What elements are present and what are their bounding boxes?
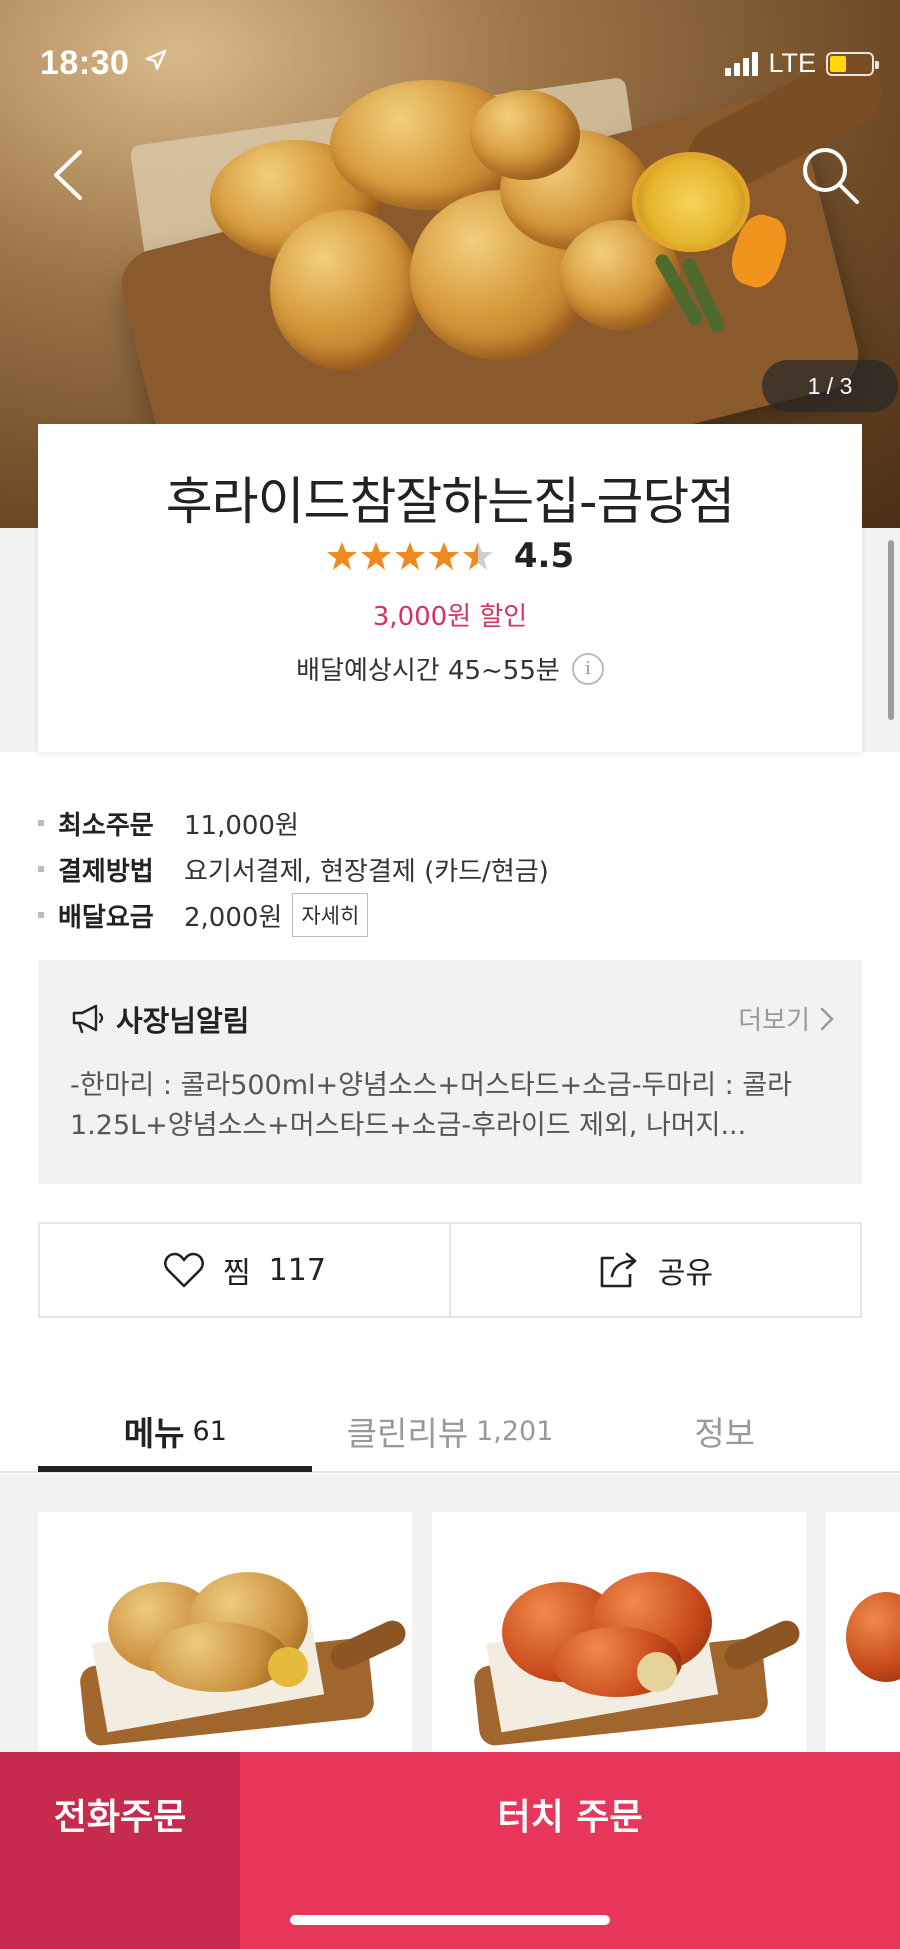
tab-count: 1,201 xyxy=(476,1415,554,1447)
tab-info[interactable]: 정보 xyxy=(587,1380,862,1482)
rating-value: 4.5 xyxy=(513,536,575,576)
back-icon[interactable] xyxy=(40,140,100,210)
store-name: 후라이드참잘하는집-금당점 xyxy=(165,473,735,532)
info-row-min-order: 최소주문 11,000원 xyxy=(38,800,549,846)
info-key: 결제방법 xyxy=(58,856,154,887)
notice-title-label: 사장님알림 xyxy=(116,1004,250,1038)
delivery-time-label: 배달예상시간 45~55분 xyxy=(296,656,560,686)
share-button[interactable]: 공유 xyxy=(449,1224,860,1316)
bullet xyxy=(38,820,44,826)
megaphone-icon xyxy=(72,1004,104,1034)
favorite-button[interactable]: 찜 117 xyxy=(40,1224,449,1316)
home-indicator xyxy=(290,1915,610,1925)
info-icon[interactable]: i xyxy=(571,652,604,685)
image-pager: 1 / 3 xyxy=(762,360,898,412)
delivery-time: 배달예상시간 45~55분 i xyxy=(38,650,862,687)
discount-label: 3,000원 할인 xyxy=(372,602,528,632)
info-value: 11,000원 xyxy=(184,810,299,841)
star-icon xyxy=(360,542,391,570)
rating-row: 4.5 xyxy=(38,536,862,576)
scroll-indicator xyxy=(888,540,894,720)
search-icon[interactable] xyxy=(795,140,865,210)
signal-icon xyxy=(725,51,759,76)
bullet xyxy=(38,912,44,918)
fried-chicken-image xyxy=(148,1622,288,1692)
chicken-piece xyxy=(270,210,420,370)
info-value: 2,000원 xyxy=(184,902,283,933)
notice-more-label: 더보기 xyxy=(738,1006,810,1036)
store-info-section: 최소주문 11,000원 결제방법 요기서결제, 현장결제 (카드/현금) 배달… xyxy=(0,752,900,1874)
store-card: 후라이드참잘하는집-금당점 4.5 3,000원 할인 배달예상시간 45~55… xyxy=(38,424,862,752)
star-icon xyxy=(394,542,425,570)
notice-title: 사장님알림 xyxy=(70,998,249,1040)
star-icon xyxy=(428,542,459,570)
info-key: 배달요금 xyxy=(58,902,154,933)
heart-icon xyxy=(164,1252,204,1288)
phone-order-button[interactable]: 전화주문 xyxy=(0,1752,240,1949)
tab-reviews[interactable]: 클린리뷰 1,201 xyxy=(313,1380,588,1482)
lemon-slice xyxy=(632,152,750,252)
star-icon xyxy=(462,542,493,570)
favorite-label: 찜 xyxy=(223,1256,251,1291)
delivery-fee-detail-button[interactable]: 자세히 xyxy=(292,893,369,937)
status-right: LTE xyxy=(725,48,879,79)
info-key: 최소주문 xyxy=(58,810,154,841)
info-row-delivery-fee: 배달요금 2,000원 자세히 xyxy=(38,892,549,938)
location-arrow-icon xyxy=(145,49,167,71)
share-label: 공유 xyxy=(657,1256,714,1291)
action-row: 찜 117 공유 xyxy=(38,1222,862,1318)
share-icon xyxy=(600,1252,637,1288)
status-time: 18:30 xyxy=(40,44,130,82)
menu-image xyxy=(846,1592,900,1682)
bullet xyxy=(38,866,44,872)
tab-label: 메뉴 xyxy=(123,1414,185,1453)
tab-label: 정보 xyxy=(694,1414,756,1453)
tab-active-underline xyxy=(38,1466,312,1472)
favorite-count: 117 xyxy=(268,1252,326,1288)
notice-body: -한마리 : 콜라500ml+양념소스+머스타드+소금-두마리 : 콜라1.25… xyxy=(70,1070,793,1141)
chevron-right-icon xyxy=(820,1007,834,1030)
garlic-garnish xyxy=(637,1652,677,1692)
info-row-payment: 결제방법 요기서결제, 현장결제 (카드/현금) xyxy=(38,846,549,892)
lemon-garnish xyxy=(268,1647,308,1687)
tab-count: 61 xyxy=(192,1415,227,1447)
tab-label: 클린리뷰 xyxy=(346,1414,469,1453)
chicken-piece xyxy=(470,90,580,180)
rating-stars xyxy=(326,540,494,572)
owner-notice[interactable]: 사장님알림 더보기 -한마리 : 콜라500ml+양념소스+머스타드+소금-두마… xyxy=(38,960,862,1184)
info-value: 요기서결제, 현장결제 (카드/현금) xyxy=(184,856,549,887)
star-icon xyxy=(326,542,357,570)
notice-more-button[interactable]: 더보기 xyxy=(738,1000,834,1037)
battery-icon xyxy=(826,51,879,76)
network-label: LTE xyxy=(768,48,816,78)
store-info-list: 최소주문 11,000원 결제방법 요기서결제, 현장결제 (카드/현금) 배달… xyxy=(38,800,549,938)
